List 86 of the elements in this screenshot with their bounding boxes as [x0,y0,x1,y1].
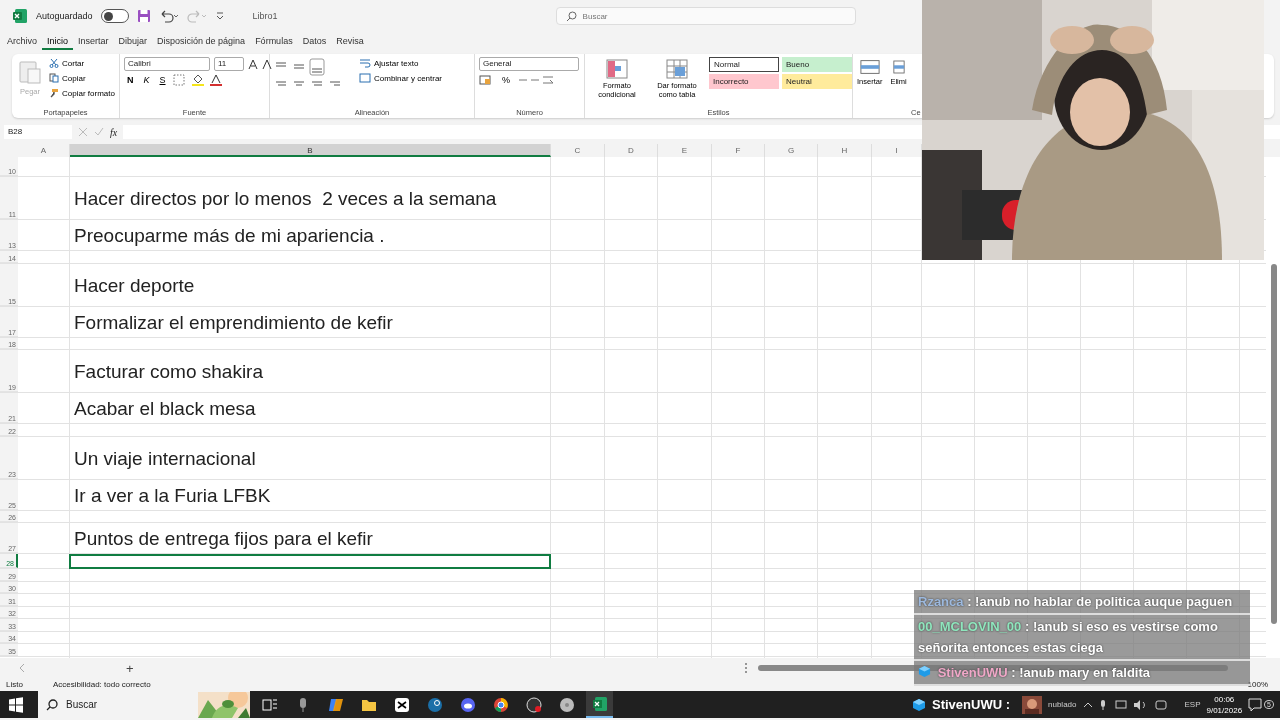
wrap-text-icon [359,58,371,68]
conditional-format-icon [606,59,628,79]
ribbon-tab[interactable]: Insertar [73,34,114,50]
underline-button[interactable]: S [156,75,169,85]
save-icon[interactable] [136,9,151,23]
table-cell-text: Facturar como shakira [73,360,263,384]
ribbon-tab[interactable]: Dibujar [113,34,153,50]
alert-username: StivenUWU : [932,697,1010,712]
copy-icon [49,73,59,83]
font-color-icon[interactable] [208,74,223,86]
ribbon-tab[interactable]: Disposición de página [152,34,251,50]
excel-icon [591,695,608,712]
chat-message: 00_MCLOVIN_00 : !anub si eso es vestirse como señorita entonces estas ciega [914,615,1250,661]
grow-font-icon[interactable] [248,58,272,70]
chat-message: Rzanca : !anub no hablar de politica auque paguen [914,590,1250,615]
notification-icon [1248,697,1263,712]
excel-logo-icon [12,8,28,24]
disc-icon [558,696,575,713]
clock-time[interactable]: 00:06 [1214,693,1235,705]
add-sheet-button[interactable]: + [126,660,134,676]
table-cell-text: Acabar el black mesa [73,397,256,421]
insert-cells-icon [859,59,880,75]
copy-button[interactable]: Copiar [48,72,116,84]
scrollbar-thumb[interactable] [1271,264,1277,624]
column-header[interactable]: G [765,144,818,157]
delete-cells-icon [892,59,905,75]
cell-style[interactable]: Neutral [782,74,852,89]
chat-message: StivenUWU : !anub mary en faldita [914,661,1250,686]
table-cell-text: Hacer directos por lo menos 2 veces a la semana [73,187,497,211]
autosave-label: Autoguardado [36,11,93,21]
merge-center-button[interactable]: Combinar y centrar [358,72,444,84]
format-painter-button[interactable]: Copiar formato [48,87,116,99]
table-cell-text: Un viaje internacional [73,446,256,471]
table-cell-text: Preocuparme más de mi apariencia . [73,224,385,248]
ribbon-tab[interactable]: Fórmulas [250,34,298,50]
cell-style[interactable]: Incorrecto [709,74,779,89]
status-text: Listo [6,680,23,689]
wrap-text-button[interactable]: Ajustar texto [358,57,444,69]
clock-date[interactable]: 9/01/2026 [1206,704,1243,716]
font-name-dropdown[interactable]: Calibri [124,57,210,71]
table-cell-text: Ir a ver a la Furia LFBK [73,483,271,508]
name-box[interactable]: B28 [4,125,72,139]
search-field[interactable]: Buscar [555,7,856,25]
font-size-dropdown[interactable]: 11 [214,57,244,71]
accessibility-status[interactable]: Accesibilidad: todo correcto [52,680,151,689]
cell-style[interactable]: Normal [709,57,779,72]
brush-icon [49,88,59,98]
fill-color-icon[interactable] [190,74,205,86]
merge-cells-icon [359,73,371,83]
table-cell-text: Formalizar el emprendimiento de kefir [73,310,393,335]
column-header[interactable]: F [712,144,765,157]
ribbon-tab[interactable]: Revisa [331,34,369,50]
italic-button[interactable]: K [140,75,153,85]
more-icon[interactable] [743,662,748,674]
search-icon [565,11,577,22]
start-icon[interactable] [8,696,24,713]
customize-icon[interactable] [214,11,225,21]
task-view-icon [261,696,278,713]
column-header[interactable]: B [70,144,551,157]
weather-text[interactable]: nublado [1048,700,1077,709]
table-cell-text: Hacer deporte [73,273,195,298]
selected-cell[interactable] [69,554,551,569]
ribbon-tab[interactable]: Datos [297,34,332,50]
table-format-icon [666,59,688,79]
ribbon-tab[interactable]: Archivo [2,34,42,50]
autosave-toggle[interactable] [100,9,129,23]
number-format-dropdown[interactable]: General [479,57,579,71]
cell-style[interactable]: Bueno [782,57,852,72]
language-indicator[interactable]: ESP [1184,700,1201,709]
clipboard-icon [18,59,42,85]
column-header[interactable]: H [818,144,872,157]
cut-button[interactable]: Cortar [48,57,116,69]
window-title: Libro1 [252,11,278,21]
ribbon-tab[interactable]: Inicio [42,34,74,50]
scissors-icon [49,58,59,68]
cube-icon [912,697,926,712]
taskbar-search[interactable]: Buscar [38,691,250,718]
column-header[interactable]: D [605,144,658,157]
cube-icon [918,665,931,678]
table-cell-text: Puntos de entrega fijos para el kefir [73,527,373,551]
search-icon [46,698,58,711]
percent-button[interactable]: % [499,75,513,85]
column-header[interactable]: C [551,144,605,157]
bold-button[interactable]: N [124,75,137,85]
column-header[interactable]: E [658,144,712,157]
function-button[interactable]: fx [110,126,118,138]
